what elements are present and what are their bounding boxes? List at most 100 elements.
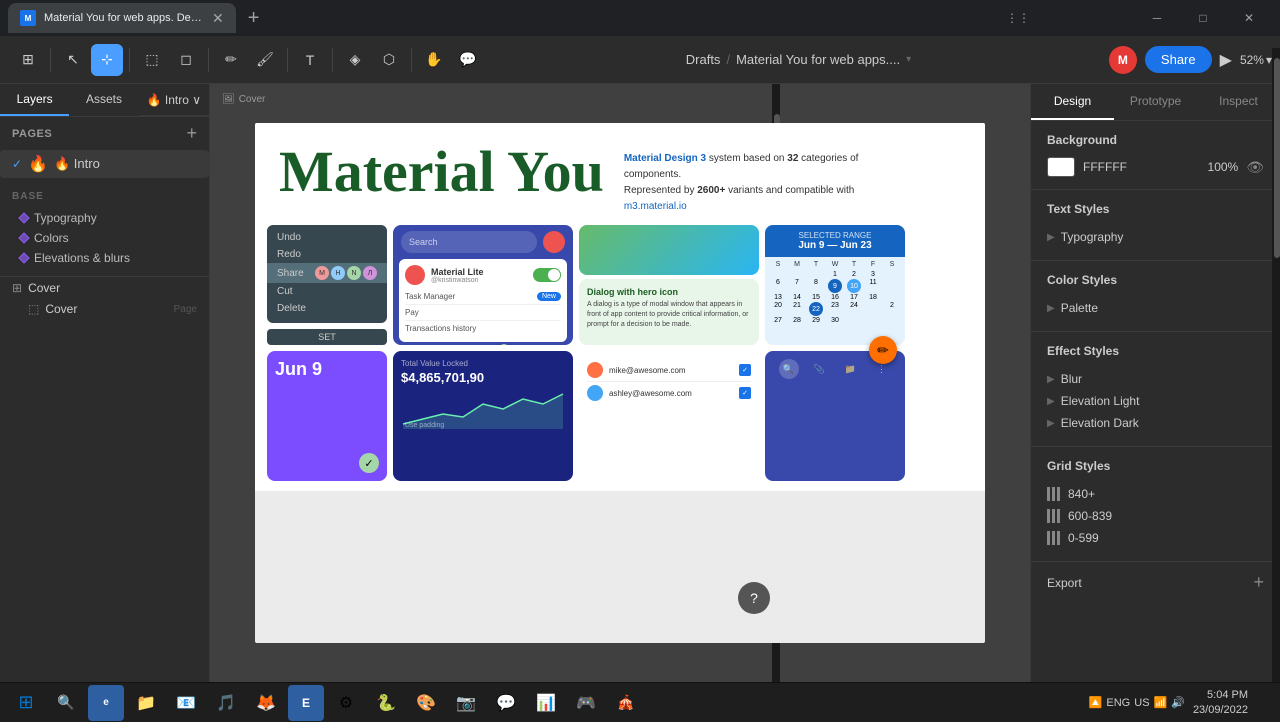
layer-cover-sub[interactable]: ⬚ Cover Page [0, 299, 209, 319]
component-set-tool[interactable]: ⬡ [373, 44, 405, 76]
breadcrumb-drafts[interactable]: Drafts [686, 52, 721, 67]
tree-item-typography[interactable]: Typography [0, 208, 209, 228]
app-sub: @kristinwatson [431, 277, 484, 284]
elevation-light-label: Elevation Light [1061, 394, 1140, 408]
browser-tab[interactable]: M Material You for web apps. Desktop & m… [8, 3, 236, 33]
taskbar-icon-11[interactable]: 💬 [488, 685, 524, 721]
grid-0-icon [1047, 531, 1060, 545]
close-button[interactable]: ✕ [1226, 0, 1272, 36]
slice-tool[interactable]: ◻ [170, 44, 202, 76]
cal-d: 1 [826, 271, 844, 278]
fab-button[interactable]: ✏ [869, 336, 897, 364]
taskbar-icon-4[interactable]: 🎵 [208, 685, 244, 721]
material-design-3-label: Material Design 3 [624, 153, 706, 164]
help-button[interactable]: ? [738, 582, 770, 614]
taskbar-icon-12[interactable]: 📊 [528, 685, 564, 721]
zoom-control[interactable]: 52%▾ [1240, 53, 1272, 67]
eye-icon[interactable]: 👁 [1246, 159, 1264, 176]
pen-tool[interactable]: ✏ [215, 44, 247, 76]
typography-style-item[interactable]: ▶ Typography [1047, 226, 1264, 248]
tab-assets[interactable]: Assets [69, 84, 138, 116]
add-page-button[interactable]: + [186, 123, 197, 144]
taskbar-icon-13[interactable]: 🎮 [568, 685, 604, 721]
toolbar-right: M Share ▶ 52%▾ [1109, 46, 1272, 74]
grid-840[interactable]: 840+ [1047, 483, 1264, 505]
taskbar-icon-9[interactable]: 🎨 [408, 685, 444, 721]
new-tab-button[interactable]: + [244, 3, 264, 34]
text-tool[interactable]: T [294, 44, 326, 76]
elevation-light-effect-item[interactable]: ▶ Elevation Light [1047, 390, 1264, 412]
avatar-helga: H [331, 266, 345, 280]
right-panel-scrollbar[interactable] [1272, 84, 1280, 682]
start-button[interactable]: ⊞ [8, 685, 44, 721]
comment-tool[interactable]: 💬 [452, 44, 484, 76]
cal-wed: W [826, 261, 844, 268]
elevations-label: Elevations & blurs [34, 251, 130, 265]
taskbar-icon-10[interactable]: 📷 [448, 685, 484, 721]
tab-prototype[interactable]: Prototype [1114, 84, 1197, 120]
cal-d: 6 [769, 279, 787, 293]
elevations-diamond-icon [18, 252, 29, 263]
paint-tool[interactable]: 🖌 [249, 44, 281, 76]
taskbar-icon-8[interactable]: 🐍 [368, 685, 404, 721]
task-label: Task Manager [405, 292, 533, 301]
browser-menu-icon[interactable]: ⋮⋮ [1002, 2, 1034, 34]
cal-d: 27 [769, 317, 787, 324]
pay-label: Pay [405, 308, 419, 317]
cal-sun: S [769, 261, 787, 268]
canvas-area[interactable]: 🖼 Cover Material You Material Design 3 s… [210, 84, 1030, 682]
select-tool[interactable]: ⊹ [91, 44, 123, 76]
hand-tool[interactable]: ✋ [418, 44, 450, 76]
effect-styles-title: Effect Styles [1047, 344, 1264, 358]
breadcrumb-chevron-icon[interactable]: ▾ [906, 54, 911, 65]
cal-d: 7 [788, 279, 806, 293]
bg-color-swatch[interactable] [1047, 157, 1075, 177]
pay-row: Pay [405, 305, 561, 321]
style-arrow-icon: ▶ [1047, 232, 1055, 243]
maximize-button[interactable]: □ [1180, 0, 1226, 36]
tree-item-colors[interactable]: Colors [0, 228, 209, 248]
grid-0[interactable]: 0-599 [1047, 527, 1264, 549]
frame-tool[interactable]: ⬚ [136, 44, 168, 76]
layer-cover-main[interactable]: ⊞ Cover [0, 277, 209, 299]
material-lite-card: Material Lite @kristinwatson Task Manage… [399, 259, 567, 342]
blur-effect-item[interactable]: ▶ Blur [1047, 368, 1264, 390]
tab-layers[interactable]: Layers [0, 84, 69, 116]
move-tool[interactable]: ↖ [57, 44, 89, 76]
ctx-share-label: Share [277, 268, 304, 279]
tab-design[interactable]: Design [1031, 84, 1114, 120]
taskbar-icon-7[interactable]: ⚙ [328, 685, 364, 721]
taskbar-icon-6[interactable]: E [288, 685, 324, 721]
variants-count: 2600+ [697, 185, 725, 196]
right-scroll-thumb[interactable] [1274, 84, 1280, 258]
present-button[interactable]: ▶ [1220, 50, 1232, 70]
export-add-button[interactable]: + [1253, 572, 1264, 593]
canvas-content: Material You Material Design 3 system ba… [255, 123, 985, 643]
date-range-value: Jun 9 — Jun 23 [773, 240, 897, 251]
taskbar-icon-5[interactable]: 🦊 [248, 685, 284, 721]
taskbar-icon-2[interactable]: 📁 [128, 685, 164, 721]
cal-d: 29 [807, 317, 825, 324]
email-panel: mike@awesome.com ✓ ashley@awesome.com ✓ [579, 351, 759, 481]
taskbar-icon-1[interactable]: e [88, 685, 124, 721]
page-item-intro[interactable]: ✓ 🔥 🔥 Intro [0, 150, 209, 178]
palette-style-item[interactable]: ▶ Palette [1047, 297, 1264, 319]
tree-item-elevations[interactable]: Elevations & blurs [0, 248, 209, 268]
user-avatar[interactable]: M [1109, 46, 1137, 74]
cal-d: 20 [769, 302, 787, 316]
minimize-button[interactable]: ─ [1134, 0, 1180, 36]
share-button[interactable]: Share [1145, 46, 1212, 73]
tab-inspect[interactable]: Inspect [1197, 84, 1280, 120]
intro-tab[interactable]: 🔥 Intro ∨ [139, 84, 209, 116]
tab-close-button[interactable]: ✕ [212, 10, 224, 27]
taskbar-icon-3[interactable]: 📧 [168, 685, 204, 721]
component-tool[interactable]: ◈ [339, 44, 371, 76]
cover-frame-icon: 🖼 [222, 94, 235, 105]
elevation-dark-effect-item[interactable]: ▶ Elevation Dark [1047, 412, 1264, 434]
grid-600[interactable]: 600-839 [1047, 505, 1264, 527]
search-button[interactable]: 🔍 [48, 685, 84, 721]
material-you-title: Material You [279, 143, 604, 201]
main-menu-button[interactable]: ⊞ [12, 44, 44, 76]
bg-opacity-value: 100% [1208, 160, 1239, 174]
taskbar-icon-14[interactable]: 🎪 [608, 685, 644, 721]
